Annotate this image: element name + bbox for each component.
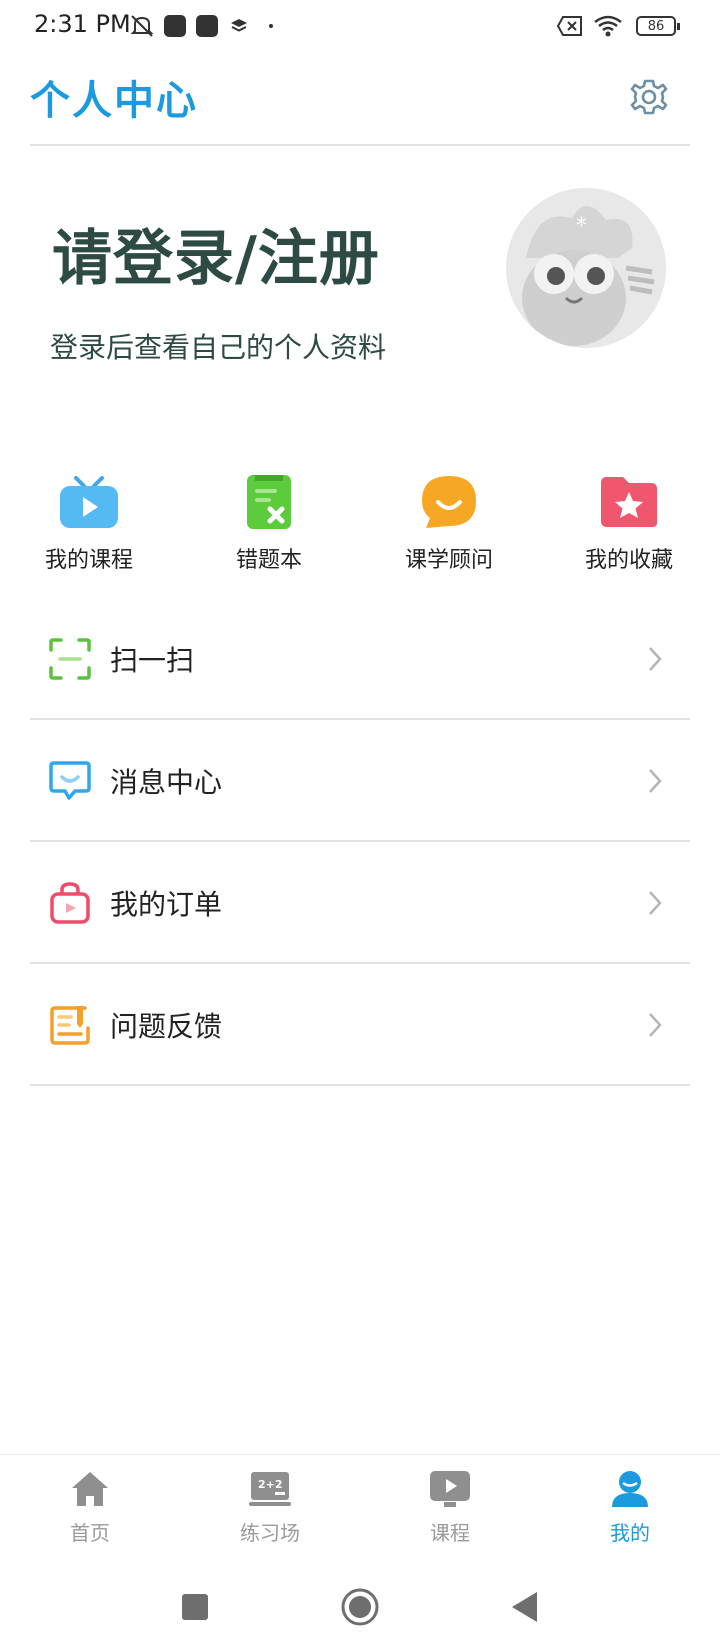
status-bar: 2:31 PM 86 bbox=[0, 0, 720, 52]
tab-practice[interactable]: 2+2 练习场 bbox=[180, 1467, 360, 1557]
message-icon bbox=[48, 759, 92, 803]
shortcut-label: 错题本 bbox=[235, 548, 302, 573]
shortcut-label: 我的收藏 bbox=[584, 548, 673, 573]
app-notification-icon bbox=[163, 12, 187, 40]
back-button[interactable] bbox=[500, 1582, 550, 1632]
avatar[interactable]: * bbox=[506, 188, 666, 348]
shortcut-wrong-questions[interactable]: 错题本 bbox=[194, 470, 344, 580]
shortcut-label: 课学顾问 bbox=[404, 548, 493, 573]
gear-icon bbox=[630, 79, 668, 115]
shortcut-course-advisor[interactable]: 课学顾问 bbox=[374, 470, 524, 580]
home-icon bbox=[68, 1467, 112, 1511]
menu-item-label: 消息中心 bbox=[110, 766, 223, 799]
menu-item-feedback[interactable]: 问题反馈 bbox=[30, 966, 690, 1086]
tv-play-icon bbox=[57, 470, 121, 534]
star-folder-icon bbox=[597, 470, 661, 534]
settings-button[interactable] bbox=[624, 72, 674, 122]
chevron-right-icon bbox=[640, 1010, 670, 1040]
tab-home[interactable]: 首页 bbox=[0, 1467, 180, 1557]
page-title: 个人中心 bbox=[30, 78, 198, 124]
wifi-icon bbox=[592, 12, 624, 40]
chevron-right-icon bbox=[640, 888, 670, 918]
tab-label: 练习场 bbox=[240, 1521, 300, 1545]
menu-item-orders[interactable]: 我的订单 bbox=[30, 844, 690, 964]
menu-item-label: 问题反馈 bbox=[110, 1010, 223, 1043]
menu-item-label: 扫一扫 bbox=[110, 644, 195, 677]
feedback-icon bbox=[48, 1003, 92, 1047]
mute-icon bbox=[128, 12, 156, 40]
scan-icon bbox=[48, 637, 92, 681]
shortcut-my-courses[interactable]: 我的课程 bbox=[14, 470, 164, 580]
tab-label: 首页 bbox=[70, 1521, 110, 1545]
square-icon bbox=[182, 1594, 208, 1620]
chevron-right-icon bbox=[640, 766, 670, 796]
header-divider bbox=[30, 144, 690, 146]
bottom-tab-bar: 首页 2+2 练习场 课程 我的 bbox=[0, 1454, 720, 1561]
blackboard-icon: 2+2 bbox=[248, 1467, 292, 1511]
login-subtitle: 登录后查看自己的个人资料 bbox=[50, 331, 387, 364]
shopping-bag-icon bbox=[48, 881, 92, 925]
circle-icon bbox=[341, 1588, 379, 1626]
home-button[interactable] bbox=[335, 1582, 385, 1632]
battery-level: 86 bbox=[647, 18, 665, 34]
shortcut-my-favorites[interactable]: 我的收藏 bbox=[554, 470, 704, 580]
tab-mine[interactable]: 我的 bbox=[540, 1467, 720, 1557]
tab-label: 课程 bbox=[430, 1521, 470, 1545]
triangle-back-icon bbox=[512, 1592, 537, 1622]
svg-text:2+2: 2+2 bbox=[258, 1478, 283, 1491]
video-course-icon bbox=[428, 1467, 472, 1511]
chat-smile-icon bbox=[417, 470, 481, 534]
status-time: 2:31 PM bbox=[34, 10, 131, 38]
sim-off-icon bbox=[555, 12, 585, 40]
recents-button[interactable] bbox=[170, 1582, 220, 1632]
chevron-right-icon bbox=[640, 644, 670, 674]
person-icon bbox=[608, 1467, 652, 1511]
login-title[interactable]: 请登录/注册 bbox=[52, 210, 380, 297]
layers-icon bbox=[228, 12, 250, 40]
tab-courses[interactable]: 课程 bbox=[360, 1467, 540, 1557]
mascot-avatar-icon: * bbox=[506, 188, 666, 348]
menu-item-scan[interactable]: 扫一扫 bbox=[30, 600, 690, 720]
battery-icon: 86 bbox=[632, 12, 680, 40]
menu-item-messages[interactable]: 消息中心 bbox=[30, 722, 690, 842]
svg-text:*: * bbox=[576, 214, 587, 239]
shortcut-label: 我的课程 bbox=[44, 548, 133, 573]
dot-icon bbox=[266, 12, 276, 40]
menu-item-label: 我的订单 bbox=[110, 888, 223, 921]
system-navigation-bar bbox=[0, 1562, 720, 1650]
tab-label: 我的 bbox=[610, 1521, 650, 1545]
notebook-x-icon bbox=[237, 470, 301, 534]
app-notification-icon bbox=[195, 12, 219, 40]
